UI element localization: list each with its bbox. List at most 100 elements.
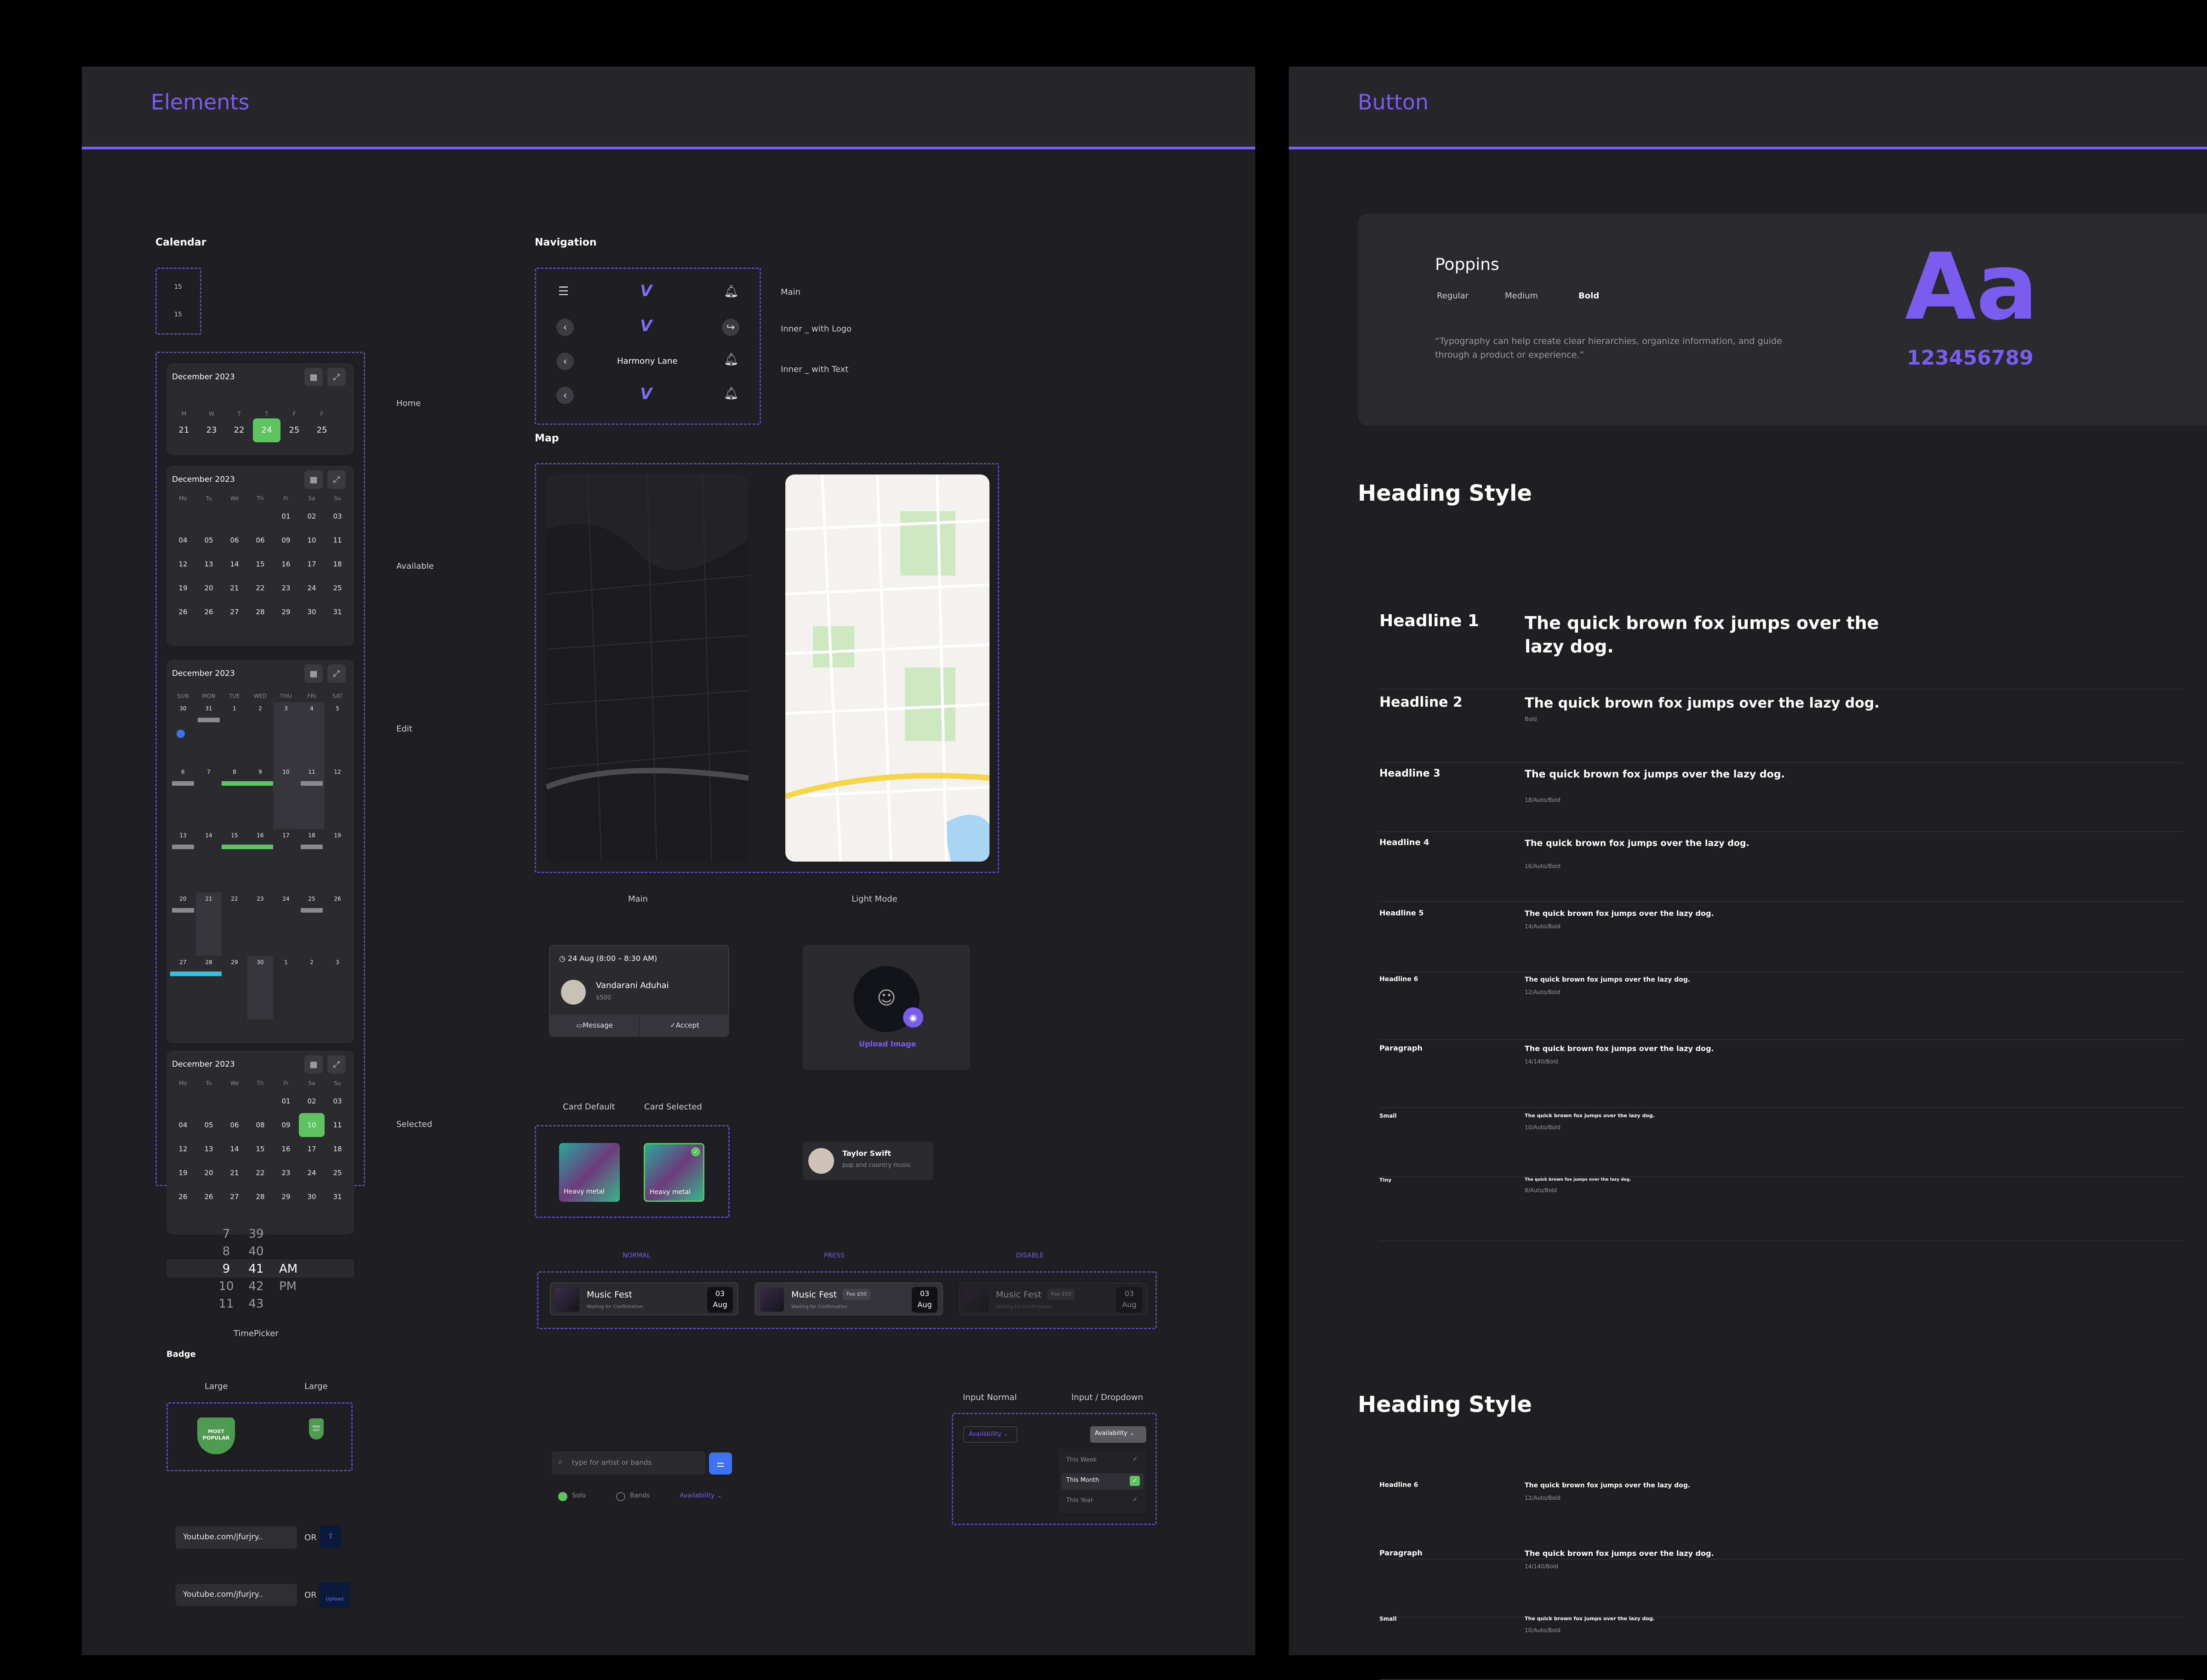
calendar-day[interactable]: 27 xyxy=(222,600,247,624)
calendar-day[interactable]: 26 xyxy=(170,1185,196,1209)
hour-option[interactable]: 7 xyxy=(212,1225,240,1243)
calendar-day[interactable]: 01 xyxy=(273,504,299,528)
hour-column[interactable]: 7 8 9 10 11 xyxy=(212,1225,240,1313)
calendar-day[interactable]: 10 xyxy=(299,1113,325,1137)
calendar-day[interactable]: 24 xyxy=(253,418,280,442)
minute-option[interactable]: 43 xyxy=(240,1295,272,1313)
bell-icon[interactable]: 🔔︎ xyxy=(724,285,739,298)
calendar-day[interactable]: 18 xyxy=(325,552,350,576)
calendar-day[interactable]: 03 xyxy=(325,504,350,528)
light-map[interactable] xyxy=(785,474,989,862)
calendar-day[interactable]: 28 xyxy=(247,600,273,624)
calendar-day[interactable]: 21 xyxy=(222,1161,247,1185)
calendar-day[interactable]: 29 xyxy=(222,956,247,1019)
calendar-icon[interactable]: ▦ xyxy=(304,1055,323,1074)
calendar-day[interactable]: 1 xyxy=(273,956,299,1019)
calendar-day[interactable]: 31 xyxy=(325,1185,350,1209)
ampm-option[interactable]: AM xyxy=(279,1260,311,1278)
calendar-day[interactable]: 08 xyxy=(247,1113,273,1137)
calendar-day[interactable]: 05 xyxy=(196,528,222,552)
solo-radio[interactable] xyxy=(558,1492,567,1501)
calendar-day[interactable]: 8 xyxy=(222,766,247,829)
calendar-day[interactable]: 10 xyxy=(299,528,325,552)
calendar-day[interactable]: 2 xyxy=(247,702,273,766)
calendar-day[interactable]: 26 xyxy=(196,1185,222,1209)
calendar-day[interactable]: 30 xyxy=(247,956,273,1019)
calendar-day[interactable]: 16 xyxy=(273,552,299,576)
filter-button[interactable]: ⚌ xyxy=(709,1452,732,1474)
calendar-day[interactable]: 09 xyxy=(273,528,299,552)
calendar-day[interactable]: 9 xyxy=(247,766,273,829)
calendar-day[interactable]: 31 xyxy=(325,600,350,624)
calendar-day[interactable]: 21 xyxy=(222,576,247,600)
calendar-day[interactable]: 3 xyxy=(325,956,350,1019)
calendar-day[interactable]: 21 xyxy=(196,892,222,956)
calendar-day[interactable]: 02 xyxy=(299,1089,325,1113)
calendar-day[interactable]: 11 xyxy=(325,1113,350,1137)
back-icon[interactable]: ‹ xyxy=(556,319,574,336)
minute-option[interactable]: 41 xyxy=(240,1260,272,1278)
calendar-day[interactable]: 3 xyxy=(273,702,299,766)
ampm-column[interactable]: AM PM xyxy=(279,1260,311,1295)
back-icon[interactable]: ‹ xyxy=(556,387,574,404)
calendar-day[interactable]: 05 xyxy=(196,1113,222,1137)
calendar-icon[interactable]: ▦ xyxy=(304,368,323,386)
dark-map[interactable] xyxy=(546,474,749,862)
calendar-day[interactable]: 5 xyxy=(325,702,350,766)
calendar-day[interactable]: 6 xyxy=(170,766,196,829)
calendar-day[interactable]: 22 xyxy=(247,576,273,600)
calendar-day[interactable]: 28 xyxy=(247,1185,273,1209)
hour-option[interactable]: 10 xyxy=(212,1278,240,1295)
calendar-day[interactable]: 28 xyxy=(196,956,222,1019)
mini-day[interactable]: 15 xyxy=(174,284,182,291)
calendar-day[interactable]: 27 xyxy=(222,1185,247,1209)
calendar-day[interactable]: 13 xyxy=(196,552,222,576)
availability-input[interactable]: Availability ⌄ xyxy=(963,1426,1018,1443)
calendar-day[interactable]: 29 xyxy=(273,1185,299,1209)
share-icon[interactable]: ↪ xyxy=(722,319,739,336)
calendar-day[interactable]: 15 xyxy=(222,829,247,892)
calendar-day[interactable]: 18 xyxy=(325,1137,350,1161)
calendar-day[interactable]: 10 xyxy=(273,766,299,829)
artist-chip[interactable]: Taylor Swift pop and country music xyxy=(803,1142,933,1180)
calendar-day[interactable]: 4 xyxy=(299,702,325,766)
calendar-day[interactable]: 31 xyxy=(196,702,222,766)
message-button[interactable]: ▭ Message xyxy=(550,1015,639,1036)
minute-column[interactable]: 39 40 41 42 43 xyxy=(240,1225,272,1313)
calendar-day[interactable] xyxy=(222,504,247,528)
calendar-day[interactable]: 14 xyxy=(222,552,247,576)
expand-icon[interactable]: ⤢ xyxy=(327,1055,346,1074)
calendar-day[interactable]: 16 xyxy=(247,829,273,892)
calendar-day[interactable]: 22 xyxy=(247,1161,273,1185)
calendar-day[interactable]: 26 xyxy=(196,600,222,624)
calendar-day[interactable]: 26 xyxy=(325,892,350,956)
calendar-day[interactable]: 27 xyxy=(170,956,196,1019)
upload-button[interactable]: ⇪ xyxy=(320,1526,341,1549)
calendar-day[interactable]: 24 xyxy=(299,576,325,600)
calendar-day[interactable]: 25 xyxy=(308,418,336,442)
calendar-day[interactable]: 17 xyxy=(273,829,299,892)
calendar-day[interactable]: 16 xyxy=(273,1137,299,1161)
bell-icon[interactable]: 🔔︎ xyxy=(724,387,739,400)
bands-radio[interactable] xyxy=(616,1492,625,1501)
camera-icon[interactable]: ◉ xyxy=(903,1007,923,1028)
expand-icon[interactable]: ⤢ xyxy=(327,664,346,683)
timepicker[interactable]: 7 8 9 10 11 39 40 41 42 43 AM PM xyxy=(166,1211,354,1322)
calendar-day[interactable]: 15 xyxy=(247,552,273,576)
calendar-day[interactable] xyxy=(222,1089,247,1113)
upload-image-card[interactable]: ☺ ◉ Upload Image xyxy=(803,945,970,1070)
minute-option[interactable]: 42 xyxy=(240,1278,272,1295)
calendar-day[interactable]: 12 xyxy=(170,552,196,576)
calendar-day[interactable]: 12 xyxy=(325,766,350,829)
calendar-day[interactable]: 25 xyxy=(299,892,325,956)
option-this-year[interactable]: This Year xyxy=(1066,1497,1093,1504)
calendar-day[interactable]: 19 xyxy=(170,576,196,600)
calendar-day[interactable]: 06 xyxy=(222,1113,247,1137)
calendar-day[interactable]: 20 xyxy=(170,892,196,956)
calendar-day[interactable]: 26 xyxy=(170,600,196,624)
hour-option[interactable]: 11 xyxy=(212,1295,240,1313)
bell-icon[interactable]: 🔔︎ xyxy=(724,353,739,366)
calendar-day[interactable]: 1 xyxy=(222,702,247,766)
calendar-day[interactable]: 02 xyxy=(299,504,325,528)
calendar-day[interactable]: 03 xyxy=(325,1089,350,1113)
